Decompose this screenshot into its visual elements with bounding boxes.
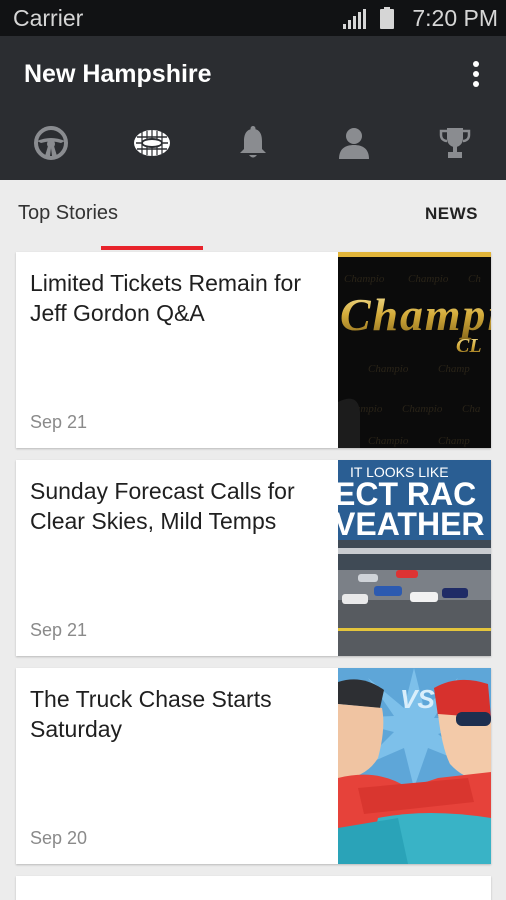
svg-text:Champio: Champio	[368, 435, 409, 447]
svg-text:Cha: Cha	[462, 403, 481, 415]
signal-icon	[343, 9, 366, 29]
thumbnail-text: CL	[456, 335, 482, 357]
story-thumbnail: VS	[338, 668, 491, 864]
svg-text:Champio: Champio	[344, 273, 385, 285]
tab-profile[interactable]	[303, 106, 404, 180]
tab-speedway[interactable]	[101, 106, 202, 180]
status-bar: Carrier 7:20 PM	[0, 0, 506, 36]
story-thumbnail: Champio Champio Ch Champio Champ Champio Cha…	[338, 252, 491, 448]
more-vertical-icon[interactable]	[464, 58, 488, 90]
app-bar: New Hampshire	[0, 36, 506, 250]
story-headline: Sunday Forecast Calls for Clear Skies, M…	[30, 478, 295, 534]
svg-text:Champio: Champio	[402, 403, 443, 415]
steering-wheel-icon	[33, 126, 68, 160]
news-link[interactable]: NEWS	[425, 204, 478, 224]
person-icon	[338, 128, 369, 159]
story-card[interactable]: The Truck Chase Starts Saturday Sep 20 V…	[16, 668, 491, 864]
story-card[interactable]	[16, 876, 491, 900]
svg-text:Champio: Champio	[408, 273, 449, 285]
page-title: New Hampshire	[24, 60, 212, 88]
carrier-label: Carrier	[13, 5, 84, 31]
svg-text:Champio: Champio	[368, 363, 409, 375]
svg-text:Champ: Champ	[438, 435, 470, 447]
section-header: Top Stories NEWS	[0, 180, 506, 248]
thumbnail-text: Champi	[340, 289, 491, 340]
speedway-icon	[133, 130, 170, 156]
tab-steering-wheel[interactable]	[0, 106, 101, 180]
story-date: Sep 20	[30, 828, 88, 848]
bell-icon	[239, 126, 266, 158]
thumbnail-text: VS	[400, 684, 435, 714]
story-card[interactable]: Sunday Forecast Calls for Clear Skies, M…	[16, 460, 491, 656]
svg-text:Champ: Champ	[438, 363, 470, 375]
story-headline: Limited Tickets Remain for Jeff Gordon Q…	[30, 270, 301, 326]
story-date: Sep 21	[30, 620, 88, 640]
tab-standings[interactable]	[404, 106, 505, 180]
story-headline: The Truck Chase Starts Saturday	[30, 686, 272, 742]
story-card[interactable]: Limited Tickets Remain for Jeff Gordon Q…	[16, 252, 491, 448]
trophy-icon	[439, 128, 470, 158]
thumbnail-text: VEATHER	[338, 506, 485, 542]
tab-alerts[interactable]	[202, 106, 303, 180]
story-thumbnail: IT LOOKS LIKE ECT RAC VEATHER	[338, 460, 491, 656]
clock: 7:20 PM	[412, 5, 498, 31]
tab-bar	[0, 106, 506, 250]
story-date: Sep 21	[30, 412, 88, 432]
section-title: Top Stories	[18, 202, 119, 224]
svg-text:Ch: Ch	[468, 273, 481, 285]
battery-icon	[380, 7, 394, 29]
